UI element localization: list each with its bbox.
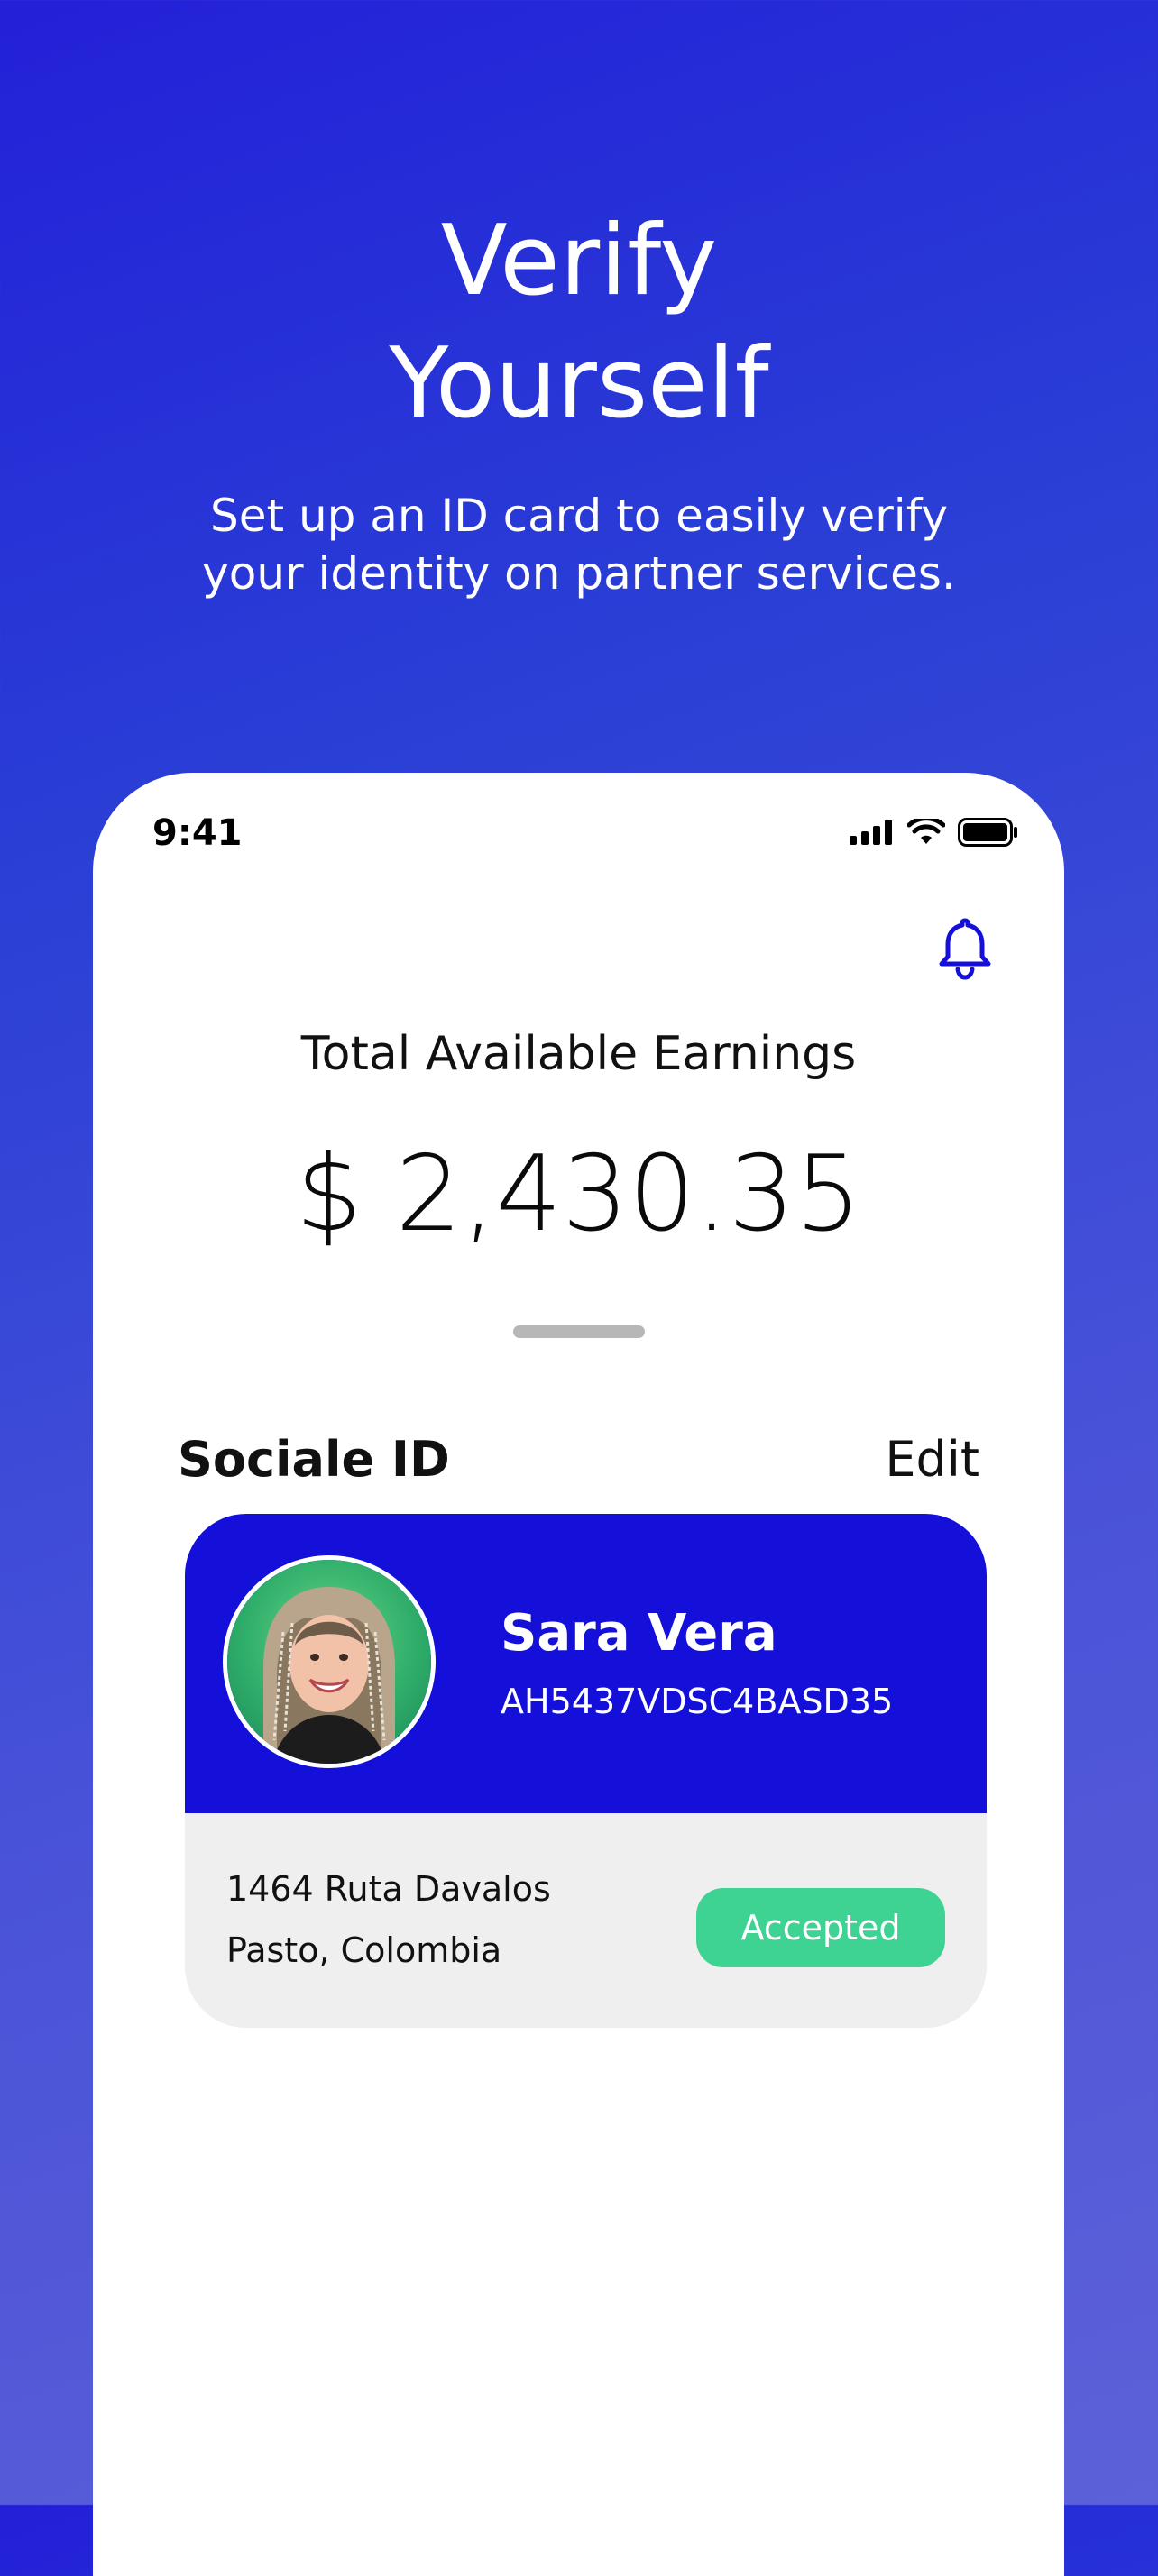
status-badge: Accepted xyxy=(696,1888,945,1967)
hero-title-line-1: Verify xyxy=(440,205,718,317)
earnings-amount: $ 2,430.35 xyxy=(295,1133,862,1255)
hero-subtitle-line-2: your identity on partner services. xyxy=(202,547,956,600)
hero-subtitle: Set up an ID card to easily verify your … xyxy=(0,487,1158,602)
cellular-signal-icon xyxy=(850,820,892,845)
address: 1464 Ruta Davalos Pasto, Colombia xyxy=(226,1858,551,1981)
avatar-image xyxy=(227,1560,431,1764)
avatar xyxy=(223,1555,436,1768)
status-icons xyxy=(850,818,1019,847)
address-line-2: Pasto, Colombia xyxy=(226,1930,502,1970)
address-line-1: 1464 Ruta Davalos xyxy=(226,1869,551,1909)
earnings-label: Total Available Earnings xyxy=(300,1027,857,1081)
edit-button[interactable]: Edit xyxy=(885,1431,979,1488)
id-holder-name: Sara Vera xyxy=(501,1604,777,1663)
hero-subtitle-line-1: Set up an ID card to easily verify xyxy=(209,490,949,542)
battery-icon xyxy=(958,818,1017,847)
bell-icon[interactable] xyxy=(936,917,994,980)
wifi-icon xyxy=(907,819,945,844)
id-card[interactable]: Sara Vera AH5437VDSC4BASD35 1464 Ruta Da… xyxy=(185,1514,987,2028)
status-time: 9:41 xyxy=(152,812,243,854)
hero-title-line-2: Yourself xyxy=(389,327,769,440)
id-code: AH5437VDSC4BASD35 xyxy=(501,1682,894,1721)
section-title: Sociale ID xyxy=(178,1431,450,1488)
id-card-header: Sara Vera AH5437VDSC4BASD35 xyxy=(185,1514,987,1813)
phone-screen: 9:41 Total Available Earnings $ 2,430.35… xyxy=(93,773,1064,2576)
hero-title: Verify Yourself xyxy=(0,200,1158,445)
drag-handle[interactable] xyxy=(513,1325,645,1338)
